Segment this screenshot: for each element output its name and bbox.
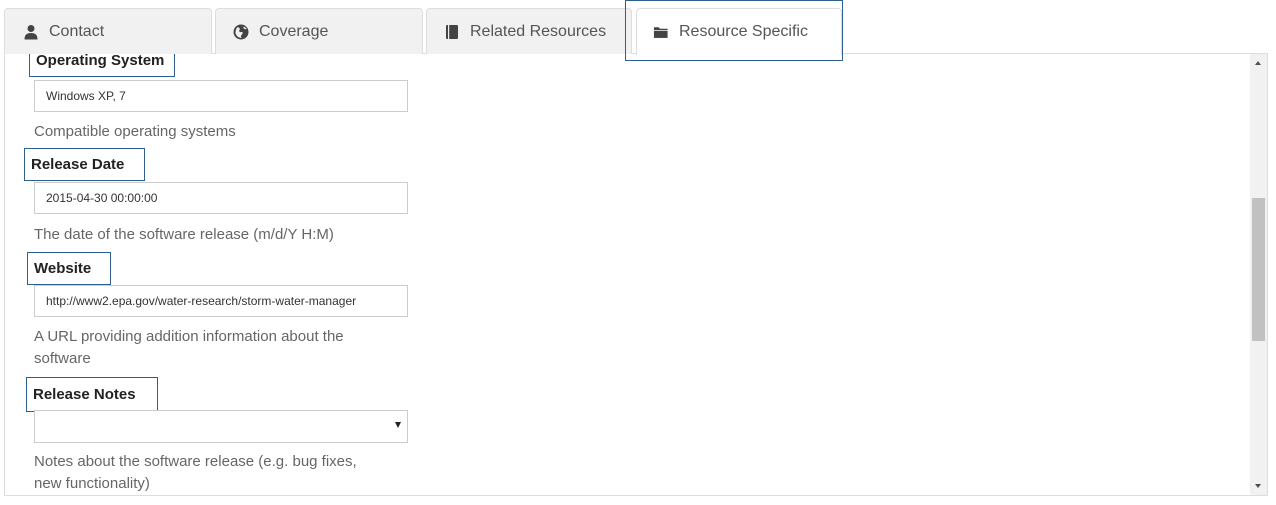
tab-coverage[interactable]: Coverage [215,8,423,54]
release-date-label: Release Date [24,148,145,181]
release-notes-label: Release Notes [26,377,158,412]
chevron-down-icon [395,422,401,428]
scrollbar-thumb[interactable] [1252,198,1265,341]
tab-coverage-label: Coverage [259,22,329,40]
release-date-help: The date of the software release (m/d/Y … [34,226,334,243]
globe-icon [233,24,249,40]
operating-system-help: Compatible operating systems [34,123,236,140]
release-notes-help: Notes about the software release (e.g. b… [34,453,357,492]
book-icon [444,24,460,40]
tab-contact-label: Contact [49,22,105,40]
release-date-input[interactable] [34,182,408,214]
tab-bar: Contact Coverage Related Resources Resou… [0,0,1276,61]
folder-icon [653,24,669,40]
release-notes-select[interactable] [34,410,408,443]
vertical-scrollbar[interactable] [1250,54,1267,495]
scroll-down-arrow-icon[interactable] [1250,478,1267,495]
tab-related-resources[interactable]: Related Resources [426,8,632,54]
tab-contact[interactable]: Contact [4,8,212,54]
website-label: Website [27,252,111,285]
resource-specific-panel: Operating System Compatible operating sy… [4,54,1268,496]
tab-resource-specific[interactable]: Resource Specific [636,8,842,55]
scroll-up-arrow-icon[interactable] [1250,54,1267,71]
website-input[interactable] [34,285,408,317]
operating-system-input[interactable] [34,80,408,112]
tab-resource-specific-label: Resource Specific [679,23,808,40]
website-help: A URL providing addition information abo… [34,328,344,367]
operating-system-label: Operating System [29,54,175,77]
user-icon [23,24,39,40]
tab-related-resources-label: Related Resources [470,22,607,40]
